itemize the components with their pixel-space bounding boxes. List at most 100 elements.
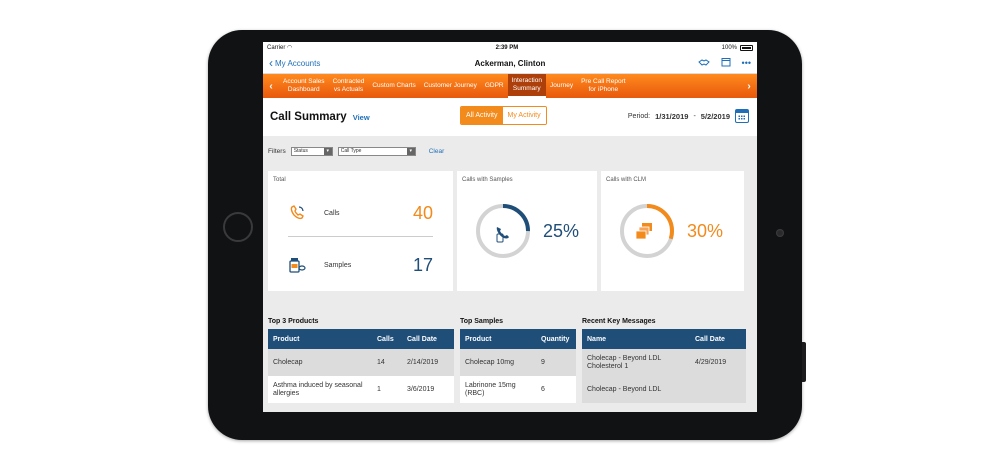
samples-value: 17 xyxy=(412,254,433,275)
top-samples-table: Product Quantity Cholecap 10mg 9 Labrino… xyxy=(460,329,576,403)
key-messages-table: Name Call Date Cholecap - Beyond LDL Cho… xyxy=(582,329,746,403)
column-header[interactable]: Call Date xyxy=(690,329,746,349)
back-button[interactable]: ‹ My Accounts xyxy=(269,57,321,69)
table-cell: 2/14/2019 xyxy=(402,349,454,376)
activity-segmented-control: All Activity My Activity xyxy=(460,106,547,125)
samples-donut xyxy=(473,201,533,261)
table-row[interactable]: Cholecap 14 2/14/2019 xyxy=(268,349,454,376)
metric-cards: Total Calls 40 Samples 17 Calls with Sam… xyxy=(268,171,752,291)
table-row[interactable]: Cholecap - Beyond LDL Cholesterol 1 4/29… xyxy=(582,349,746,376)
nav-actions: ••• xyxy=(697,57,751,69)
clear-filters-link[interactable]: Clear xyxy=(429,148,445,155)
tab-next-icon[interactable]: › xyxy=(741,81,757,92)
battery-icon xyxy=(740,44,753,51)
more-icon[interactable]: ••• xyxy=(742,58,751,68)
column-header[interactable]: Call Date xyxy=(402,329,454,349)
clm-donut xyxy=(617,201,677,261)
chevron-down-icon: ▾ xyxy=(406,147,415,155)
table-cell xyxy=(690,376,746,403)
section-title: Call Summary xyxy=(270,111,347,123)
clm-card-title: Calls with CLM xyxy=(606,177,647,183)
top-products-title: Top 3 Products xyxy=(268,318,319,325)
battery-percent: 100% xyxy=(721,44,737,51)
summary-header: Call Summary View All Activity My Activi… xyxy=(263,98,757,136)
table-cell: 14 xyxy=(372,349,402,376)
period-start[interactable]: 1/31/2019 xyxy=(655,112,688,121)
total-card: Total Calls 40 Samples 17 xyxy=(268,171,453,291)
table-cell: 1 xyxy=(377,385,381,393)
column-header[interactable]: Calls xyxy=(372,329,402,349)
table-cell: 4/29/2019 xyxy=(690,349,746,376)
key-messages-block: Recent Key Messages Name Call Date Chole… xyxy=(582,318,746,403)
calls-value: 40 xyxy=(412,202,433,223)
chevron-down-icon: ▾ xyxy=(323,147,332,155)
my-activity-segment[interactable]: My Activity xyxy=(502,107,546,124)
period-separator: - xyxy=(693,112,696,120)
call-type-select-value: Call Type xyxy=(340,148,362,154)
column-header[interactable]: Product xyxy=(268,329,372,349)
calls-metric: Calls 40 xyxy=(288,193,433,233)
status-select[interactable]: Status ▾ xyxy=(290,146,333,156)
tab-item[interactable]: Custom Charts xyxy=(368,74,419,98)
calendar-icon[interactable] xyxy=(735,109,749,123)
table-cell: 6 xyxy=(541,385,545,393)
tab-bar: ‹ Account Sales Dashboard Contracted vs A… xyxy=(263,74,757,98)
tab-item[interactable]: Journey xyxy=(546,74,577,98)
table-row[interactable]: Cholecap 10mg 9 xyxy=(460,349,576,376)
period-end[interactable]: 5/2/2019 xyxy=(701,112,730,121)
column-header[interactable]: Quantity xyxy=(536,329,576,349)
phone-icon xyxy=(496,227,509,243)
top-samples-title: Top Samples xyxy=(460,318,504,325)
view-link[interactable]: View xyxy=(353,113,370,122)
table-cell: Cholecap - Beyond LDL Cholesterol 1 xyxy=(582,349,690,376)
tab-item[interactable]: Interaction Summary xyxy=(507,74,546,98)
table-row[interactable]: Cholecap - Beyond LDL xyxy=(582,376,746,403)
tab-item[interactable]: Customer Journey xyxy=(420,74,481,98)
status-bar: Carrier ◠ 2:39 PM 100% xyxy=(263,42,757,53)
tab-item[interactable]: Pre Call Report for iPhone xyxy=(577,74,629,98)
filters-label: Filters xyxy=(268,147,286,155)
tab-list: Account Sales Dashboard Contracted vs Act… xyxy=(279,74,741,98)
wifi-icon: ◠ xyxy=(287,45,293,51)
carrier-label: Carrier ◠ xyxy=(267,44,292,51)
table-header-row: Product Calls Call Date xyxy=(268,329,454,349)
samples-card: Calls with Samples 25% xyxy=(457,171,597,291)
column-header[interactable]: Product xyxy=(460,329,536,349)
table-cell: 9 xyxy=(536,349,576,376)
all-activity-segment[interactable]: All Activity xyxy=(461,107,503,124)
side-button xyxy=(802,342,806,382)
slides-icon xyxy=(635,223,652,240)
table-cell: Labrinone 15mg (RBC) xyxy=(465,381,516,397)
table-cell: 3/6/2019 xyxy=(407,385,435,393)
table-cell: Cholecap - Beyond LDL xyxy=(582,376,690,403)
home-button[interactable] xyxy=(223,212,253,242)
tab-item[interactable]: GDPR xyxy=(481,74,508,98)
tab-prev-icon[interactable]: ‹ xyxy=(263,81,279,92)
total-card-title: Total xyxy=(273,177,286,183)
table-cell: Asthma induced by seasonal allergies xyxy=(273,381,363,397)
tab-item[interactable]: Account Sales Dashboard xyxy=(279,74,329,98)
calendar-nav-icon[interactable] xyxy=(721,57,731,69)
clm-card: Calls with CLM 30% xyxy=(601,171,744,291)
tab-item[interactable]: Contracted vs Actuals xyxy=(329,74,369,98)
top-samples-block: Top Samples Product Quantity Cholecap 10… xyxy=(460,318,576,403)
table-cell: Cholecap xyxy=(268,349,372,376)
camera-icon xyxy=(776,229,784,237)
top-products-table: Product Calls Call Date Cholecap 14 2/14… xyxy=(268,329,454,403)
samples-label: Samples xyxy=(324,261,352,269)
clm-percent: 30% xyxy=(687,221,724,241)
filters-bar: Filters Status ▾ Call Type ▾ Clear xyxy=(268,136,752,166)
samples-card-title: Calls with Samples xyxy=(462,177,513,183)
column-header[interactable]: Name xyxy=(582,329,690,349)
period-label: Period: xyxy=(627,112,651,120)
table-row[interactable]: Asthma induced by seasonal allergies 1 3… xyxy=(268,376,454,403)
table-header-row: Product Quantity xyxy=(460,329,576,349)
table-cell: Cholecap 10mg xyxy=(460,349,536,376)
handshake-icon[interactable] xyxy=(697,58,710,69)
call-type-select[interactable]: Call Type ▾ xyxy=(337,146,416,156)
back-label: My Accounts xyxy=(275,58,321,68)
table-row[interactable]: Labrinone 15mg (RBC) 6 xyxy=(460,376,576,403)
calls-label: Calls xyxy=(324,209,340,217)
app-screen: Carrier ◠ 2:39 PM 100% ‹ My Accounts Ack… xyxy=(263,42,757,412)
top-products-block: Top 3 Products Product Calls Call Date C… xyxy=(268,318,454,403)
